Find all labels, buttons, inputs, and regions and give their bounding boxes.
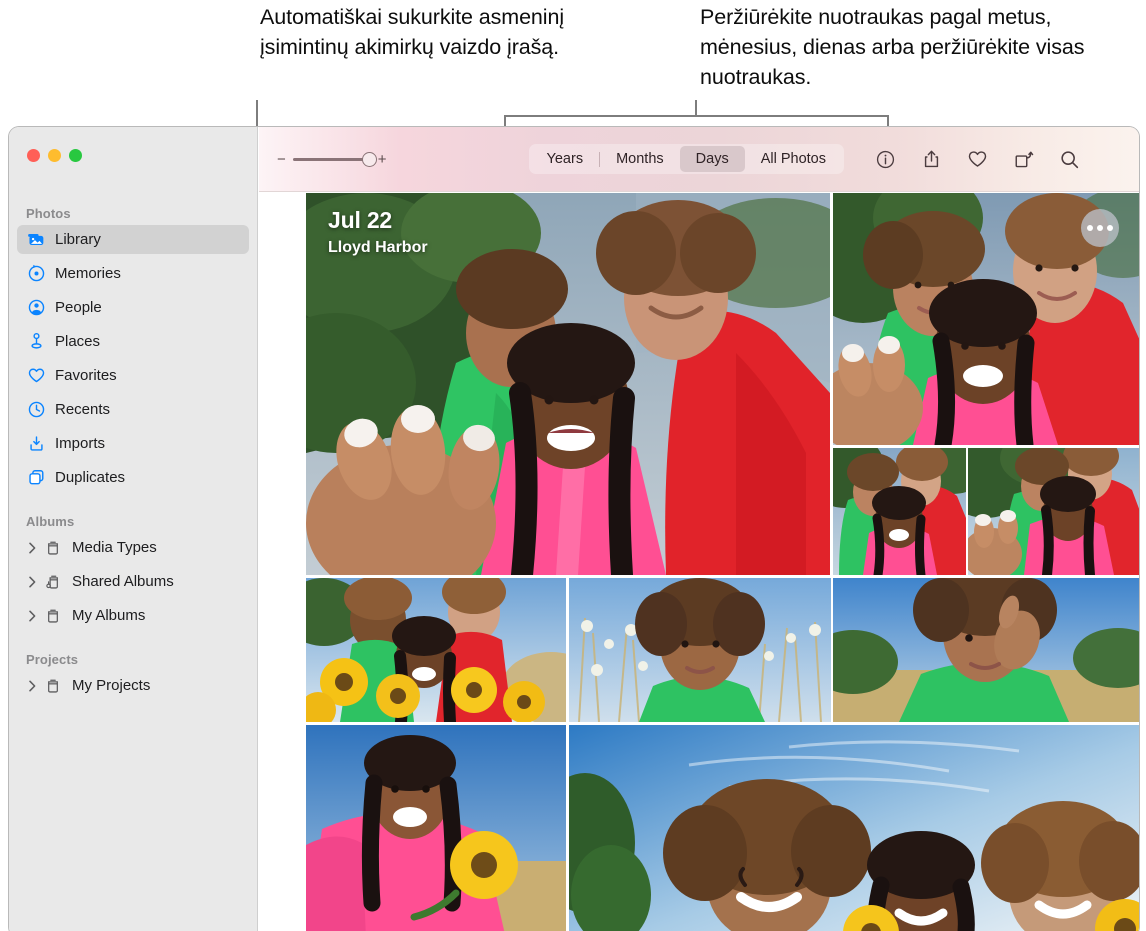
- search-icon[interactable]: [1058, 148, 1080, 170]
- sidebar-item-library[interactable]: Library: [17, 225, 249, 254]
- sidebar-item-label: Places: [55, 333, 100, 350]
- toolbar: − + Years Months Days All Photos: [259, 127, 1140, 192]
- sidebar-section-photos-header: Photos: [9, 206, 257, 225]
- sidebar-item-label: People: [55, 299, 102, 316]
- shared-album-icon: [43, 572, 63, 592]
- sidebar-item-label: Shared Albums: [72, 573, 174, 590]
- sidebar-item-label: Favorites: [55, 367, 117, 384]
- rotate-icon[interactable]: [1012, 148, 1034, 170]
- maximize-window-button[interactable]: [69, 149, 82, 162]
- album-icon: [43, 538, 63, 558]
- sidebar-item-my-projects[interactable]: My Projects: [17, 671, 249, 700]
- memories-icon: [26, 264, 46, 284]
- tab-years[interactable]: Years: [531, 146, 600, 172]
- chevron-right-icon[interactable]: [26, 542, 38, 554]
- zoom-slider[interactable]: − +: [277, 152, 387, 167]
- sidebar-item-label: Memories: [55, 265, 121, 282]
- sidebar-item-label: Duplicates: [55, 469, 125, 486]
- sidebar: Photos Library: [9, 127, 258, 931]
- zoom-slider-thumb[interactable]: [362, 152, 377, 167]
- browse-callout-text: Peržiūrėkite nuotraukas pagal metus, mėn…: [700, 2, 1100, 92]
- photo-tile-8[interactable]: [306, 725, 566, 931]
- chevron-right-icon[interactable]: [26, 576, 38, 588]
- sidebar-item-favorites[interactable]: Favorites: [17, 361, 249, 390]
- sidebar-item-places[interactable]: Places: [17, 327, 249, 356]
- sidebar-item-media-types[interactable]: Media Types: [17, 533, 249, 562]
- sidebar-item-recents[interactable]: Recents: [17, 395, 249, 424]
- day-place: Lloyd Harbor: [328, 239, 428, 257]
- photo-image: [306, 725, 566, 931]
- sidebar-item-label: Recents: [55, 401, 110, 418]
- sidebar-item-memories[interactable]: Memories: [17, 259, 249, 288]
- zoom-out-icon[interactable]: −: [277, 152, 286, 167]
- places-icon: [26, 332, 46, 352]
- zoom-slider-track[interactable]: [293, 158, 371, 161]
- sidebar-item-label: Library: [55, 231, 101, 248]
- view-mode-segmented-control[interactable]: Years Months Days All Photos: [529, 144, 844, 174]
- minimize-window-button[interactable]: [48, 149, 61, 162]
- info-icon[interactable]: [874, 148, 896, 170]
- window-controls: [9, 127, 257, 162]
- photo-image: [569, 578, 831, 722]
- import-icon: [26, 434, 46, 454]
- sidebar-item-people[interactable]: People: [17, 293, 249, 322]
- memories-callout-text: Automatiškai sukurkite asmeninį įsiminti…: [260, 2, 590, 62]
- day-date: Jul 22: [328, 207, 428, 234]
- toolbar-actions: [874, 148, 1080, 170]
- library-icon: [26, 230, 46, 250]
- people-icon: [26, 298, 46, 318]
- photo-tile-3[interactable]: [833, 448, 966, 575]
- zoom-in-icon[interactable]: +: [378, 152, 387, 167]
- sidebar-item-my-albums[interactable]: My Albums: [17, 601, 249, 630]
- photo-image: [833, 578, 1140, 722]
- sidebar-section-projects-header: Projects: [9, 652, 257, 671]
- photo-image: [968, 448, 1140, 575]
- sidebar-section-albums-header: Albums: [9, 514, 257, 533]
- photo-grid-area: Jul 22 Lloyd Harbor: [259, 193, 1140, 931]
- photo-tile-4[interactable]: [968, 448, 1140, 575]
- sidebar-item-label: Imports: [55, 435, 105, 452]
- favorite-heart-icon[interactable]: [966, 148, 988, 170]
- photos-app-window: Photos Library: [8, 126, 1140, 931]
- photo-tile-7[interactable]: [833, 578, 1140, 722]
- heart-icon: [26, 366, 46, 386]
- photo-image: [569, 725, 1140, 931]
- duplicates-icon: [26, 468, 46, 488]
- photo-tile-5[interactable]: [306, 578, 566, 722]
- tab-all-photos[interactable]: All Photos: [745, 146, 842, 172]
- sidebar-item-shared-albums[interactable]: Shared Albums: [17, 567, 249, 596]
- sidebar-item-duplicates[interactable]: Duplicates: [17, 463, 249, 492]
- sidebar-item-imports[interactable]: Imports: [17, 429, 249, 458]
- photo-tile-2[interactable]: [833, 193, 1140, 445]
- sidebar-item-label: My Projects: [72, 677, 150, 694]
- tab-months[interactable]: Months: [600, 146, 680, 172]
- photo-image: [833, 448, 966, 575]
- album-icon: [43, 676, 63, 696]
- sidebar-item-label: My Albums: [72, 607, 145, 624]
- chevron-right-icon[interactable]: [26, 610, 38, 622]
- chevron-right-icon[interactable]: [26, 680, 38, 692]
- sidebar-item-label: Media Types: [72, 539, 157, 556]
- photo-tile-6[interactable]: [569, 578, 831, 722]
- photo-tile-hero[interactable]: Jul 22 Lloyd Harbor: [306, 193, 830, 575]
- photo-grid: Jul 22 Lloyd Harbor: [306, 193, 1140, 931]
- close-window-button[interactable]: [27, 149, 40, 162]
- share-icon[interactable]: [920, 148, 942, 170]
- clock-icon: [26, 400, 46, 420]
- photo-tile-9[interactable]: [569, 725, 1140, 931]
- more-options-icon[interactable]: [1081, 209, 1119, 247]
- photo-image: [306, 578, 566, 722]
- browse-callout-bracket-top: [504, 115, 889, 117]
- tab-days[interactable]: Days: [680, 146, 745, 172]
- album-icon: [43, 606, 63, 626]
- day-header-overlay: Jul 22 Lloyd Harbor: [328, 207, 428, 257]
